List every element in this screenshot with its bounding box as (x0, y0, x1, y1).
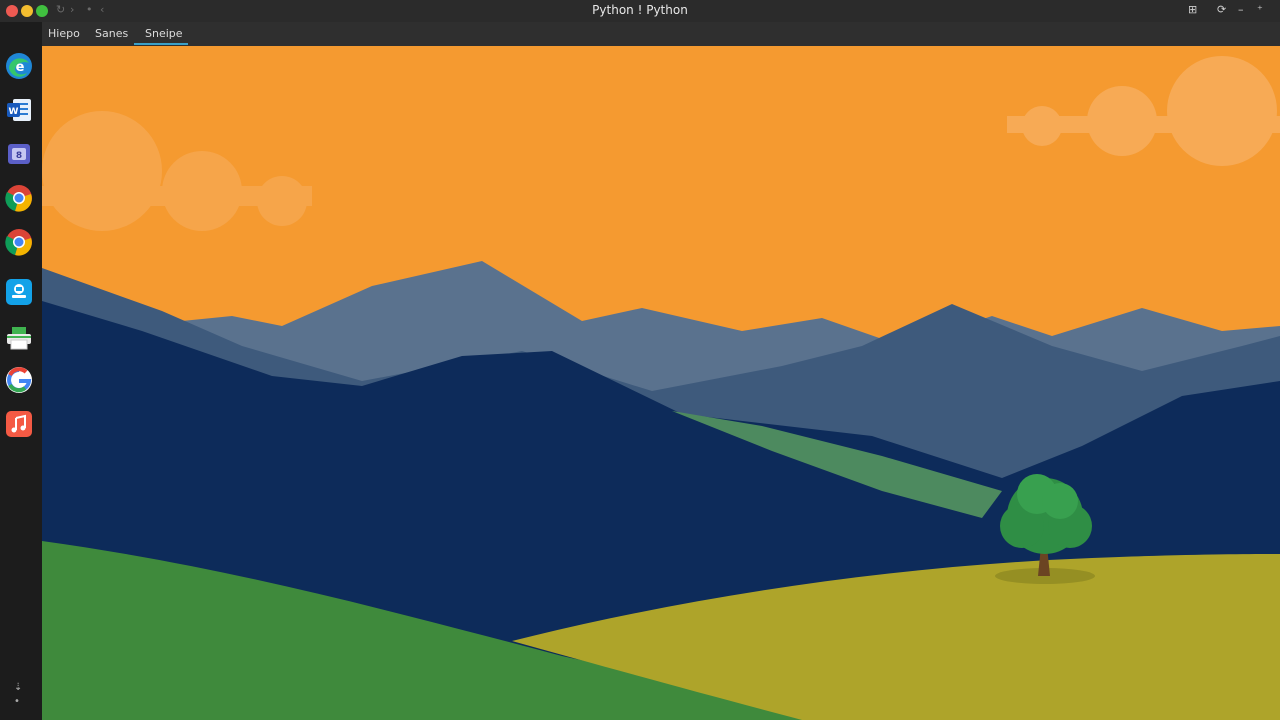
svg-text:e: e (16, 60, 25, 75)
title-bar: ↻ › • ‹ Python ! Python ⊞ ⟳ – ⁺ (0, 0, 1280, 22)
landscape-wallpaper (42, 46, 1280, 720)
teams-icon[interactable]: 8 (5, 140, 33, 168)
window-title: Python ! Python (592, 3, 688, 17)
refresh-icon[interactable]: ⟳ (1217, 3, 1226, 16)
tab-sneipe[interactable]: Sneipe (145, 27, 183, 40)
chrome-icon[interactable] (5, 228, 33, 256)
settings-icon[interactable]: ⁺ (1257, 3, 1263, 16)
tab-bar: Hiepo Sanes Sneipe (42, 22, 1280, 47)
chrome-icon[interactable] (5, 184, 33, 212)
edge-icon[interactable]: e (5, 52, 33, 80)
window-icon[interactable]: ⊞ (1188, 3, 1197, 16)
printer-icon[interactable] (5, 324, 33, 352)
app-dock: e W 8 ⇣ • (0, 22, 42, 720)
dot-icon: • (14, 696, 20, 707)
app-store-icon[interactable] (5, 278, 33, 306)
download-icon[interactable]: ⇣ (14, 682, 22, 693)
active-tab-indicator (134, 43, 188, 45)
svg-text:W: W (9, 107, 19, 117)
tab-hiepo[interactable]: Hiepo (48, 27, 80, 40)
svg-text:8: 8 (16, 151, 22, 161)
word-icon[interactable]: W (5, 96, 33, 124)
minimize-icon[interactable]: – (1238, 3, 1244, 16)
music-icon[interactable] (5, 410, 33, 438)
google-icon[interactable] (5, 366, 33, 394)
tab-sanes[interactable]: Sanes (95, 27, 128, 40)
